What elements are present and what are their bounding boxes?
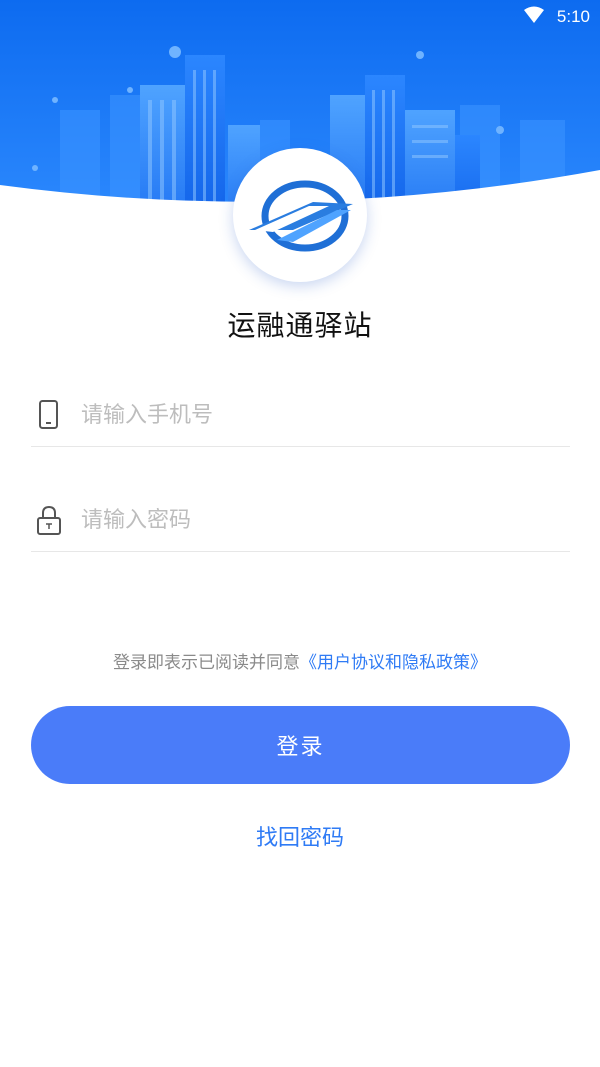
phone-icon <box>35 398 63 436</box>
road-logo-icon <box>249 180 353 252</box>
password-field <box>31 491 570 552</box>
status-bar: 5:10 <box>0 0 600 32</box>
login-button[interactable]: 登录 <box>31 706 570 784</box>
password-input[interactable] <box>79 499 563 541</box>
status-time: 5:10 <box>556 7 590 26</box>
phone-field <box>31 386 570 447</box>
wifi-icon <box>523 6 545 28</box>
lock-icon <box>35 503 63 541</box>
phone-input[interactable] <box>79 394 563 436</box>
app-name: 运融通驿站 <box>227 309 373 342</box>
agreement-prefix: 登录即表示已阅读并同意 <box>113 653 300 673</box>
forgot-password-link[interactable]: 找回密码 <box>0 820 600 852</box>
agreement-text: 登录即表示已阅读并同意《用户协议和隐私政策》 <box>0 648 600 673</box>
app-logo <box>233 148 367 282</box>
agreement-link[interactable]: 《用户协议和隐私政策》 <box>300 653 487 673</box>
